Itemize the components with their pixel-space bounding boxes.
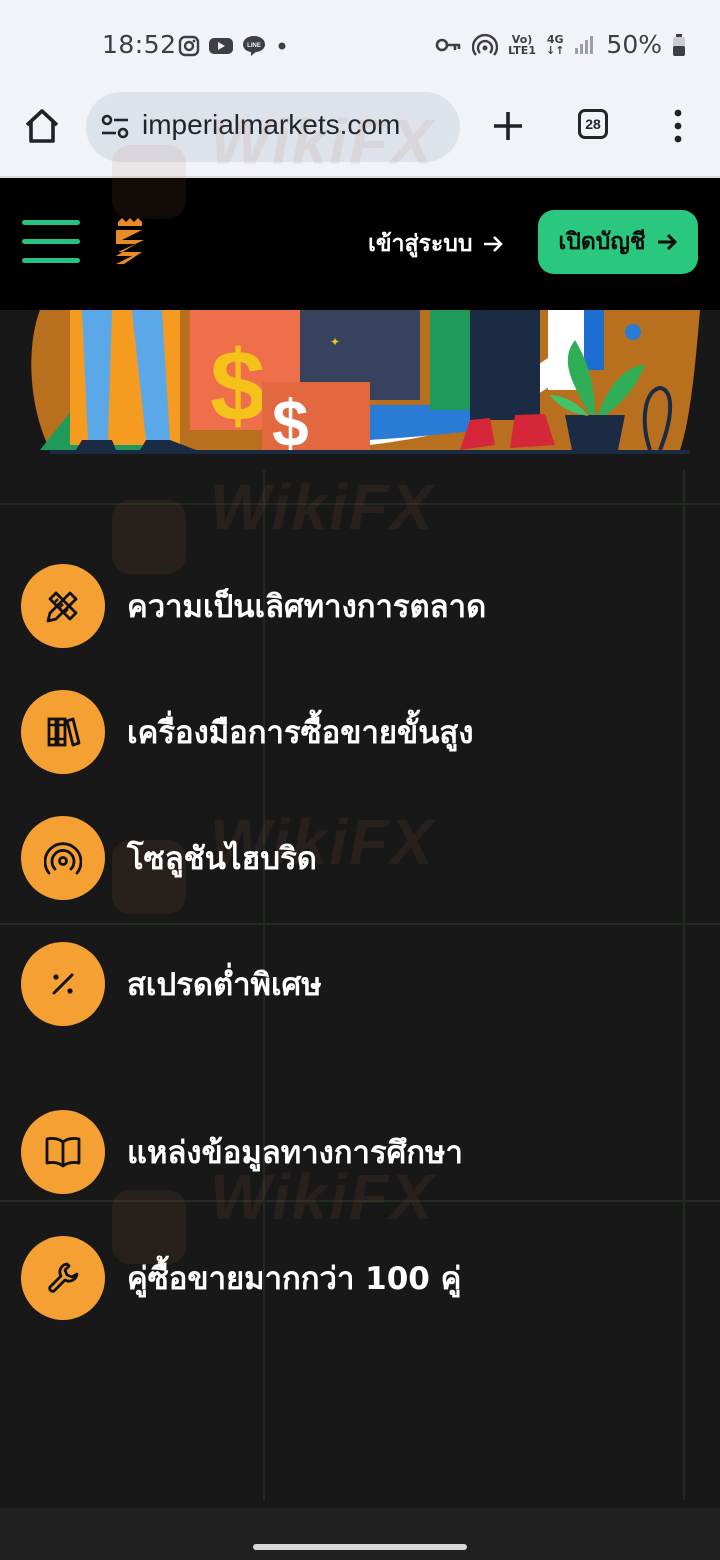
svg-text:✦: ✦ [330,335,340,349]
signal-icon [575,35,594,54]
svg-text:LINE: LINE [247,43,261,49]
dot-icon [278,42,286,50]
feature-item-advanced-tools[interactable]: เครื่องมือการซื้อขายขั้นสูง [21,690,473,774]
instagram-icon [178,35,200,57]
feature-item-trading-pairs[interactable]: คู่ซื้อขายมากกว่า 100 คู่ [21,1236,461,1320]
feature-icon-bg [21,690,105,774]
feature-label: สเปรดต่ำพิเศษ [127,967,322,1003]
tab-switcher-button[interactable]: 28 [578,109,608,139]
feature-item-marketing-excellence[interactable]: ความเป็นเลิศทางการตลาด [21,564,486,648]
open-account-label: เปิดบัญชี [558,229,646,255]
broadcast-icon [44,842,82,875]
feature-label: ความเป็นเลิศทางการตลาด [127,589,487,625]
feature-label: คู่ซื้อขายมากกว่า 100 คู่ [127,1261,462,1297]
feature-label: โซลูชันไฮบริด [127,841,317,877]
status-bar: 18:52 LINE Vo) LTE1 4G ↓↑ 50% [0,0,720,92]
feature-icon-bg [21,816,105,900]
books-icon [47,717,81,747]
system-icons: Vo) LTE1 4G ↓↑ 50% [434,30,686,59]
battery-icon [673,33,685,56]
watermark-badge [112,145,186,219]
network-type: 4G ↓↑ [546,34,564,56]
youtube-icon [209,38,233,54]
more-menu-icon[interactable] [668,108,688,144]
feature-icon-bg [21,564,105,648]
network-type-label: 4G [546,32,564,46]
finance-illustration: $ $ ✦ [0,310,720,470]
wrench-icon [48,1262,79,1293]
feature-icon-bg [21,942,105,1026]
arrow-right-icon [657,233,677,251]
grid-line [0,923,720,925]
feature-item-low-spread[interactable]: สเปรดต่ำพิเศษ [21,942,322,1026]
open-book-icon [45,1137,81,1168]
feature-item-hybrid-solution[interactable]: โซลูชันไฮบริด [21,816,317,900]
hero-illustration: $ $ ✦ [0,310,720,470]
feature-label: เครื่องมือการซื้อขายขั้นสูง [127,715,474,751]
network-bottom: LTE1 [508,43,536,57]
notification-icons: LINE [178,34,290,58]
line-icon: LINE [243,36,265,56]
percent-icon [52,973,74,995]
home-icon[interactable] [22,106,62,146]
pencil-ruler-icon [46,591,78,623]
login-link[interactable]: เข้าสู่ระบบ [368,226,504,262]
hamburger-menu-icon[interactable] [22,220,80,264]
feature-label: แหล่งข้อมูลทางการศึกษา [127,1135,463,1171]
network-label: Vo) LTE1 [508,34,536,56]
watermark-text: WikiFX [210,471,435,543]
login-label: เข้าสู่ระบบ [368,231,473,257]
open-account-button[interactable]: เปิดบัญชี [538,210,698,274]
site-info-icon[interactable] [100,112,130,142]
data-arrows-icon: ↓↑ [545,43,565,57]
grid-line [683,470,685,1500]
key-icon [435,38,461,51]
watermark-text: WikiFX [210,106,435,178]
feature-icon-bg [21,1236,105,1320]
battery-percent: 50% [606,30,662,59]
hotspot-icon [472,33,499,56]
new-tab-icon[interactable] [490,108,526,144]
arrow-right-icon [484,236,504,252]
feature-item-education[interactable]: แหล่งข้อมูลทางการศึกษา [21,1110,463,1194]
site-header: เข้าสู่ระบบ เปิดบัญชี [0,178,720,310]
brand-logo[interactable] [112,218,148,266]
gesture-navigation-bar[interactable] [253,1544,467,1550]
bottom-navigation-strip [0,1508,720,1560]
svg-text:$: $ [210,330,266,442]
watermark-badge [112,500,186,574]
svg-text:$: $ [272,386,309,460]
status-time: 18:52 [102,30,177,59]
feature-icon-bg [21,1110,105,1194]
tab-count: 28 [585,116,601,132]
network-top: Vo) [511,32,533,46]
